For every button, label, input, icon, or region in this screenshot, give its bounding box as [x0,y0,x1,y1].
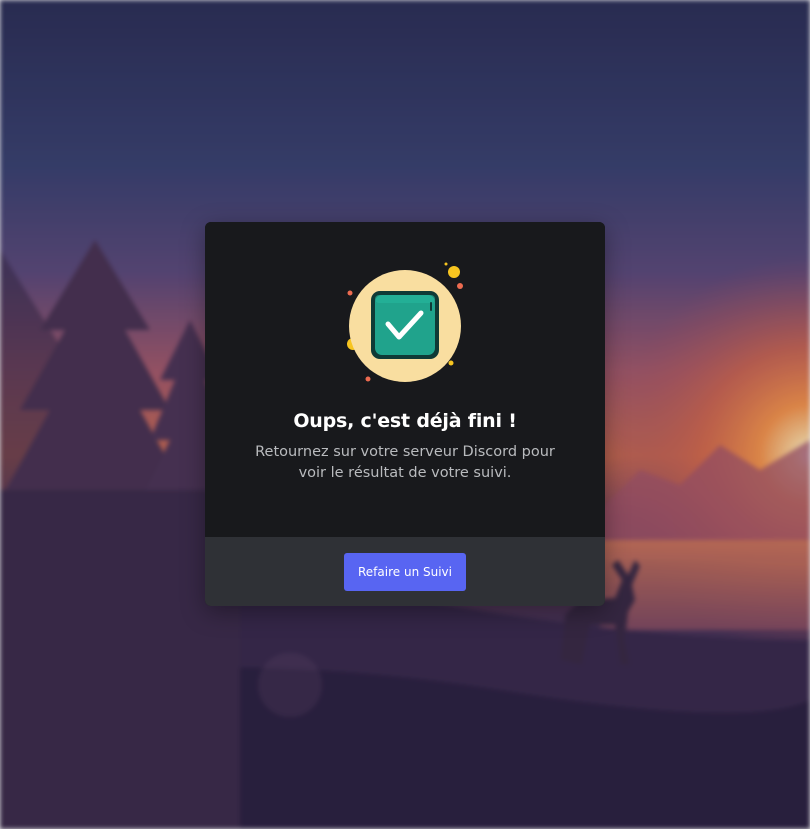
checkbox-check-icon [347,262,463,382]
redo-follow-button[interactable]: Refaire un Suivi [344,553,466,591]
modal-footer: Refaire un Suivi [205,537,605,606]
modal-body: Oups, c'est déjà fini ! Retournez sur vo… [205,222,605,537]
completion-modal: Oups, c'est déjà fini ! Retournez sur vo… [205,222,605,606]
modal-description: Retournez sur votre serveur Discord pour… [255,444,555,481]
modal-title: Oups, c'est déjà fini ! [293,410,517,432]
